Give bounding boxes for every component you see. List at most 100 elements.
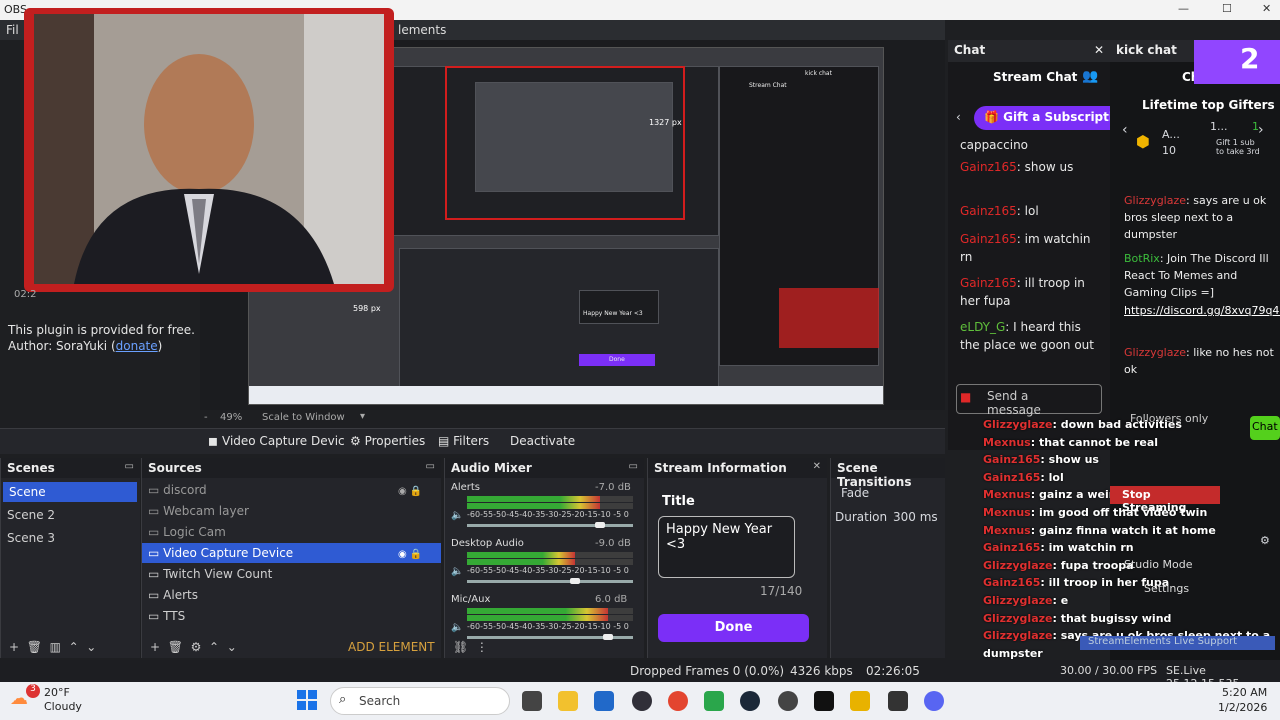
sources-header: Sources ▭ xyxy=(142,458,441,478)
scale-mode[interactable]: Scale to Window xyxy=(262,412,345,423)
steam-icon[interactable] xyxy=(740,691,760,711)
source-item[interactable]: ▭ Video Capture Device xyxy=(142,543,441,563)
app-icon[interactable] xyxy=(778,691,798,711)
mini-px-a: 1327 px xyxy=(649,118,682,127)
search-icon: ⌕ xyxy=(339,692,347,707)
dock-float-icon[interactable]: ▭ xyxy=(629,461,638,472)
down-icon[interactable]: ⌄ xyxy=(86,640,96,654)
rockstar-icon[interactable] xyxy=(814,691,834,711)
up-icon[interactable]: ⌃ xyxy=(69,640,79,654)
volume-slider[interactable] xyxy=(467,524,633,527)
chat-message: cappaccino xyxy=(960,138,1029,152)
filter-icon[interactable]: ▥ xyxy=(50,640,61,654)
volume-slider[interactable] xyxy=(467,580,633,583)
scene-item[interactable]: Scene xyxy=(3,482,137,502)
chevron-down-icon[interactable]: ▾ xyxy=(360,411,365,422)
gear-icon[interactable]: ⚙ xyxy=(1260,534,1270,547)
gifter-2: 1... xyxy=(1210,120,1228,133)
add-element-button[interactable]: ADD ELEMENT xyxy=(348,640,435,654)
source-item[interactable]: ▭ TTS xyxy=(142,606,441,626)
overlay-chat-line: Gainz165: ill troop in her fupa xyxy=(983,576,1170,590)
chevron-left-icon[interactable]: ‹ xyxy=(956,110,961,124)
clock-time: 5:20 AM xyxy=(1222,686,1268,699)
chat-message: Gainz165: lol xyxy=(960,204,1039,218)
chrome-icon[interactable] xyxy=(668,691,688,711)
trash-icon[interactable]: 🗑 xyxy=(27,640,42,654)
overlay-chat-line: Gainz165: show us xyxy=(983,453,1099,467)
webcam-timestamp: 02:2 xyxy=(14,289,37,300)
overlay-chat-line: Mexnus: that cannot be real xyxy=(983,435,1159,449)
done-button[interactable]: Done xyxy=(658,614,809,642)
chat-message: Gainz165: show us xyxy=(960,160,1074,174)
source-item[interactable]: ▭ discord xyxy=(142,480,441,500)
live-support-button[interactable]: StreamElements Live Support xyxy=(1080,636,1275,650)
windows-start-icon[interactable] xyxy=(296,689,318,711)
link-icon[interactable]: ⛓ xyxy=(453,640,468,654)
minimize-icon[interactable]: — xyxy=(1178,2,1189,15)
app2-icon[interactable] xyxy=(850,691,870,711)
obs-icon[interactable] xyxy=(632,691,652,711)
chat-input[interactable]: Send a message xyxy=(956,384,1102,417)
speaker-icon[interactable]: 🔈 xyxy=(451,566,463,577)
scene-item[interactable]: Scene 3 xyxy=(1,528,140,548)
add-icon[interactable]: + xyxy=(150,640,160,654)
mini-done: Done xyxy=(609,356,625,363)
source-item[interactable]: ▭ Webcam layer xyxy=(142,501,441,521)
chevron-left-icon[interactable]: ‹ xyxy=(1122,122,1128,138)
deactivate-button[interactable]: Deactivate xyxy=(506,433,579,449)
maximize-icon[interactable]: ☐ xyxy=(1222,2,1232,15)
down-icon[interactable]: ⌄ xyxy=(227,640,237,654)
gold-badge-icon: ⬢ xyxy=(1136,132,1150,151)
kick-message: BotRix: Join The Discord Ill React To Me… xyxy=(1124,252,1269,299)
volume-meter xyxy=(467,608,633,614)
overlay-chat-line: Gainz165: lol xyxy=(983,470,1064,484)
filters-button[interactable]: ▤ Filters xyxy=(434,433,493,449)
trash-icon[interactable]: 🗑 xyxy=(168,640,183,654)
overlay-chat-line: Glizzyglaze: fupa troopa xyxy=(983,558,1134,572)
volume-slider-knob[interactable] xyxy=(569,578,580,584)
task-view-icon[interactable] xyxy=(522,691,542,711)
users-icon[interactable]: 👥 xyxy=(1082,69,1098,84)
menu-elements[interactable]: lements xyxy=(398,23,446,37)
file-explorer-icon[interactable] xyxy=(558,691,578,711)
store-icon[interactable] xyxy=(594,691,614,711)
eye-icon[interactable]: ◉ 🔒 xyxy=(398,486,422,497)
scene-item[interactable]: Scene 2 xyxy=(1,505,140,525)
stream-title-input[interactable]: Happy New Year <3 xyxy=(658,516,795,578)
duration-input[interactable]: 300 ms xyxy=(893,510,938,524)
donate-link[interactable]: donate xyxy=(116,339,158,353)
source-item[interactable]: ▭ Twitch View Count xyxy=(142,564,441,584)
taskbar-search[interactable]: ⌕ Search xyxy=(330,687,510,715)
gift-subscription-button[interactable]: 🎁 Gift a Subscription xyxy=(974,106,1114,130)
stream-info-dock: Stream Information ✕ Title Happy New Year… xyxy=(647,458,827,658)
dock-float-icon[interactable]: ▭ xyxy=(125,461,134,472)
speaker-icon[interactable]: 🔈 xyxy=(451,510,463,521)
plugin-line1: This plugin is provided for free. xyxy=(8,323,195,337)
source-item[interactable]: ▭ Logic Cam xyxy=(142,522,441,542)
source-item[interactable]: ▭ Alerts xyxy=(142,585,441,605)
app3-icon[interactable] xyxy=(888,691,908,711)
menu-file[interactable]: Fil xyxy=(6,23,19,37)
close-icon[interactable]: ✕ xyxy=(1262,2,1271,15)
volume-slider-knob[interactable] xyxy=(603,634,614,640)
more-icon[interactable]: ⋮ xyxy=(476,640,488,654)
transition-select[interactable]: Fade xyxy=(841,486,869,500)
plugin-line2: Author: SoraYuki (donate) xyxy=(8,339,163,353)
up-icon[interactable]: ⌃ xyxy=(209,640,219,654)
speaker-icon[interactable]: 🔈 xyxy=(451,622,463,633)
studio-mode-button[interactable]: Studio Mode xyxy=(1124,558,1193,571)
add-icon[interactable]: + xyxy=(9,640,19,654)
volume-slider-knob[interactable] xyxy=(594,522,605,528)
xbox-icon[interactable] xyxy=(704,691,724,711)
zoom-minus[interactable]: - xyxy=(204,412,208,423)
close-icon[interactable]: ✕ xyxy=(813,461,821,472)
discord-icon[interactable] xyxy=(924,691,944,711)
stop-streaming-button[interactable]: Stop Streaming xyxy=(1110,486,1220,514)
clock-date: 1/2/2026 xyxy=(1218,701,1268,714)
properties-button[interactable]: ⚙ Properties xyxy=(346,433,429,449)
settings-button[interactable]: Settings xyxy=(1144,582,1189,595)
eye-icon[interactable]: ◉ 🔒 xyxy=(398,549,422,560)
dock-float-icon[interactable]: ▭ xyxy=(426,461,435,472)
gear-icon[interactable]: ⚙ xyxy=(191,640,202,654)
close-icon[interactable]: ✕ xyxy=(1094,43,1104,57)
